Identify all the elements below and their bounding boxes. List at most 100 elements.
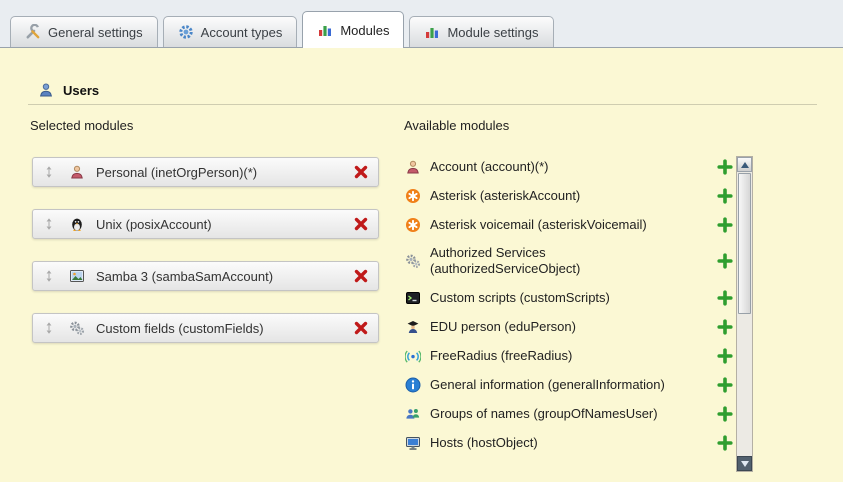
section-title: Users bbox=[63, 83, 99, 98]
selected-module-row[interactable]: Samba 3 (sambaSamAccount) bbox=[32, 261, 379, 291]
module-settings-icon bbox=[424, 24, 440, 40]
gear-icon bbox=[178, 24, 194, 40]
tab-general-settings[interactable]: General settings bbox=[10, 16, 158, 47]
available-module-label: General information (generalInformation) bbox=[430, 377, 665, 393]
remove-module-button[interactable] bbox=[353, 216, 369, 232]
delete-icon bbox=[353, 216, 369, 232]
tab-module-settings[interactable]: Module settings bbox=[409, 16, 553, 47]
tab-label: Module settings bbox=[447, 25, 538, 40]
selected-modules-list: Personal (inetOrgPerson)(*) bbox=[32, 157, 379, 343]
add-icon bbox=[717, 348, 733, 364]
section-divider bbox=[28, 104, 817, 105]
available-module-row: Hosts (hostObject) bbox=[405, 434, 733, 451]
available-module-label: EDU person (eduPerson) bbox=[430, 319, 576, 335]
drag-handle-icon[interactable] bbox=[42, 165, 56, 179]
available-modules-label: Available modules bbox=[404, 118, 509, 133]
selected-module-label: Unix (posixAccount) bbox=[96, 217, 212, 232]
add-module-button[interactable] bbox=[717, 377, 733, 393]
available-module-label: Hosts (hostObject) bbox=[430, 435, 538, 451]
gears-icon bbox=[405, 253, 421, 269]
add-icon bbox=[717, 159, 733, 175]
remove-module-button[interactable] bbox=[353, 268, 369, 284]
available-module-row: Groups of names (groupOfNamesUser) bbox=[405, 405, 733, 422]
add-module-button[interactable] bbox=[717, 406, 733, 422]
available-module-label: Custom scripts (customScripts) bbox=[430, 290, 610, 306]
person-icon bbox=[69, 164, 85, 180]
available-modules-scrollbar[interactable] bbox=[736, 156, 753, 472]
tab-label: Account types bbox=[201, 25, 283, 40]
delete-icon bbox=[353, 268, 369, 284]
available-module-row: EDU person (eduPerson) bbox=[405, 318, 733, 335]
available-module-row: Account (account)(*) bbox=[405, 158, 733, 175]
available-module-row: General information (generalInformation) bbox=[405, 376, 733, 393]
available-module-row: Authorized Services (authorizedServiceOb… bbox=[405, 245, 733, 277]
selected-module-label: Personal (inetOrgPerson)(*) bbox=[96, 165, 257, 180]
add-icon bbox=[717, 188, 733, 204]
selected-module-label: Samba 3 (sambaSamAccount) bbox=[96, 269, 273, 284]
tab-label: General settings bbox=[48, 25, 143, 40]
scroll-down-button[interactable] bbox=[737, 456, 752, 471]
selected-module-row[interactable]: Custom fields (customFields) bbox=[32, 313, 379, 343]
available-module-row: Asterisk (asteriskAccount) bbox=[405, 187, 733, 204]
tab-modules[interactable]: Modules bbox=[302, 11, 404, 48]
selected-module-row[interactable]: Personal (inetOrgPerson)(*) bbox=[32, 157, 379, 187]
info-icon bbox=[405, 377, 421, 393]
asterisk-icon bbox=[405, 188, 421, 204]
arrow-up-icon bbox=[741, 162, 749, 168]
add-module-button[interactable] bbox=[717, 348, 733, 364]
available-module-row: Custom scripts (customScripts) bbox=[405, 289, 733, 306]
tab-account-types[interactable]: Account types bbox=[163, 16, 298, 47]
asterisk-icon bbox=[405, 217, 421, 233]
samba-icon bbox=[69, 268, 85, 284]
arrow-down-icon bbox=[741, 461, 749, 467]
module-configuration-page: General settings Account types Modules bbox=[0, 0, 843, 482]
person-icon bbox=[405, 159, 421, 175]
delete-icon bbox=[353, 164, 369, 180]
delete-icon bbox=[353, 320, 369, 336]
add-icon bbox=[717, 217, 733, 233]
group-icon bbox=[405, 406, 421, 422]
tools-icon bbox=[25, 24, 41, 40]
user-icon bbox=[38, 82, 54, 98]
available-module-label: FreeRadius (freeRadius) bbox=[430, 348, 572, 364]
tab-bar: General settings Account types Modules bbox=[0, 0, 843, 48]
terminal-icon bbox=[405, 290, 421, 306]
add-module-button[interactable] bbox=[717, 435, 733, 451]
available-module-label: Authorized Services (authorizedServiceOb… bbox=[430, 245, 684, 277]
add-icon bbox=[717, 253, 733, 269]
available-modules-list: Account (account)(*) Asterisk (asteris bbox=[405, 158, 733, 451]
tab-label: Modules bbox=[340, 23, 389, 38]
graduate-icon bbox=[405, 319, 421, 335]
signal-icon bbox=[405, 348, 421, 364]
remove-module-button[interactable] bbox=[353, 320, 369, 336]
add-module-button[interactable] bbox=[717, 253, 733, 269]
available-module-label: Groups of names (groupOfNamesUser) bbox=[430, 406, 658, 422]
monitor-icon bbox=[405, 435, 421, 451]
available-module-row: FreeRadius (freeRadius) bbox=[405, 347, 733, 364]
available-module-row: Asterisk voicemail (asteriskVoicemail) bbox=[405, 216, 733, 233]
add-module-button[interactable] bbox=[717, 319, 733, 335]
add-module-button[interactable] bbox=[717, 290, 733, 306]
add-icon bbox=[717, 406, 733, 422]
gears-icon bbox=[69, 320, 85, 336]
add-icon bbox=[717, 377, 733, 393]
drag-handle-icon[interactable] bbox=[42, 217, 56, 231]
add-icon bbox=[717, 435, 733, 451]
add-module-button[interactable] bbox=[717, 217, 733, 233]
section-heading: Users bbox=[38, 82, 99, 98]
add-module-button[interactable] bbox=[717, 188, 733, 204]
add-icon bbox=[717, 290, 733, 306]
selected-module-row[interactable]: Unix (posixAccount) bbox=[32, 209, 379, 239]
selected-module-label: Custom fields (customFields) bbox=[96, 321, 264, 336]
drag-handle-icon[interactable] bbox=[42, 269, 56, 283]
modules-icon bbox=[317, 22, 333, 38]
available-module-label: Asterisk voicemail (asteriskVoicemail) bbox=[430, 217, 647, 233]
available-module-label: Asterisk (asteriskAccount) bbox=[430, 188, 580, 204]
scroll-up-button[interactable] bbox=[737, 157, 752, 172]
add-module-button[interactable] bbox=[717, 159, 733, 175]
add-icon bbox=[717, 319, 733, 335]
scrollbar-thumb[interactable] bbox=[738, 173, 751, 314]
remove-module-button[interactable] bbox=[353, 164, 369, 180]
drag-handle-icon[interactable] bbox=[42, 321, 56, 335]
available-module-label: Account (account)(*) bbox=[430, 159, 549, 175]
